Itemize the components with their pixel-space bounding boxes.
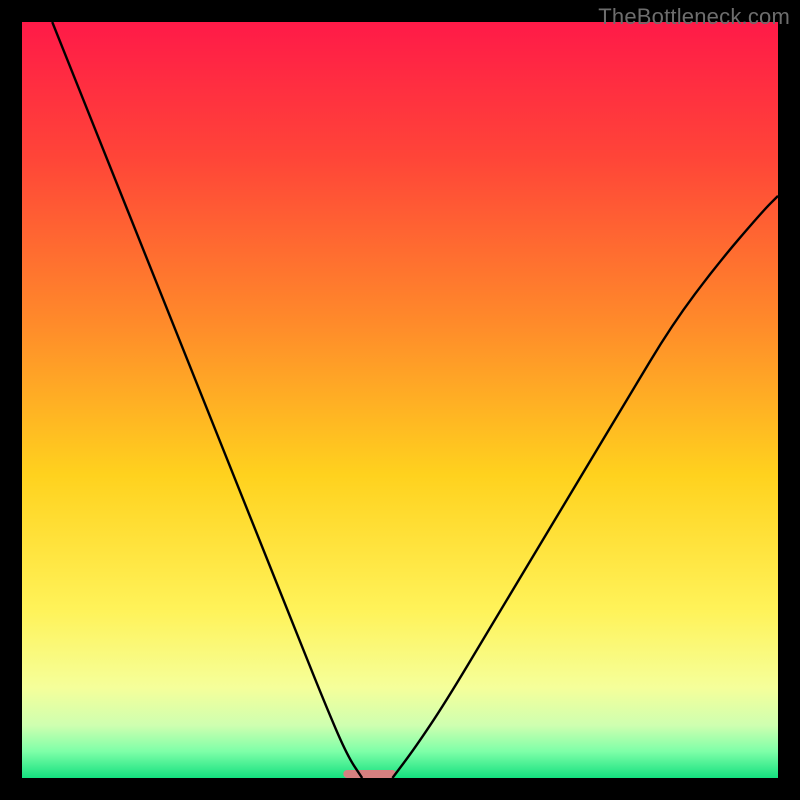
gradient-background	[22, 22, 778, 778]
chart-frame	[22, 22, 778, 778]
minimum-marker	[343, 770, 396, 778]
watermark-text: TheBottleneck.com	[598, 4, 790, 30]
bottleneck-curve-chart	[22, 22, 778, 778]
